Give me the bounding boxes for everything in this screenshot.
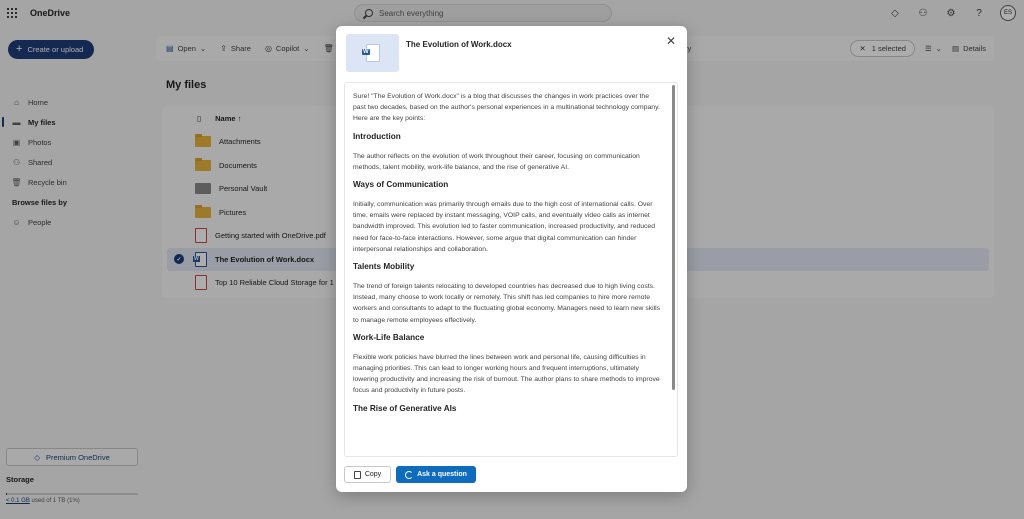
copy-button[interactable]: Copy bbox=[344, 466, 391, 483]
copy-label: Copy bbox=[364, 471, 382, 478]
close-icon[interactable]: ✕ bbox=[665, 35, 677, 47]
scrollbar-thumb[interactable] bbox=[672, 85, 675, 390]
word-doc-icon bbox=[361, 44, 380, 62]
ask-label: Ask a question bbox=[417, 471, 467, 478]
summary-panel: Sure! "The Evolution of Work.docx" is a … bbox=[344, 82, 678, 457]
chat-icon bbox=[405, 470, 414, 479]
section-heading: Talents Mobility bbox=[353, 262, 415, 272]
copilot-summary-dialog: The Evolution of Work.docx ✕ Sure! "The … bbox=[336, 26, 687, 492]
section-heading: Introduction bbox=[353, 131, 401, 141]
section-text: The author reflects on the evolution of … bbox=[353, 152, 640, 171]
summary-intro: Sure! "The Evolution of Work.docx" is a … bbox=[353, 93, 660, 123]
section-heading: Work-Life Balance bbox=[353, 332, 425, 342]
ask-question-button[interactable]: Ask a question bbox=[396, 466, 476, 483]
copy-icon bbox=[353, 470, 361, 479]
section-heading: The Rise of Generative AIs bbox=[353, 403, 457, 413]
section-text: Initially, communication was primarily t… bbox=[353, 201, 655, 253]
section-heading: Ways of Communication bbox=[353, 180, 449, 190]
section-text: The trend of foreign talents relocating … bbox=[353, 283, 661, 324]
dialog-footer: Copy Ask a question bbox=[344, 466, 476, 483]
document-thumbnail bbox=[346, 34, 399, 72]
dialog-title: The Evolution of Work.docx bbox=[406, 40, 512, 49]
section-text: Flexible work policies have blurred the … bbox=[353, 353, 660, 395]
summary-content: Sure! "The Evolution of Work.docx" is a … bbox=[345, 83, 671, 456]
